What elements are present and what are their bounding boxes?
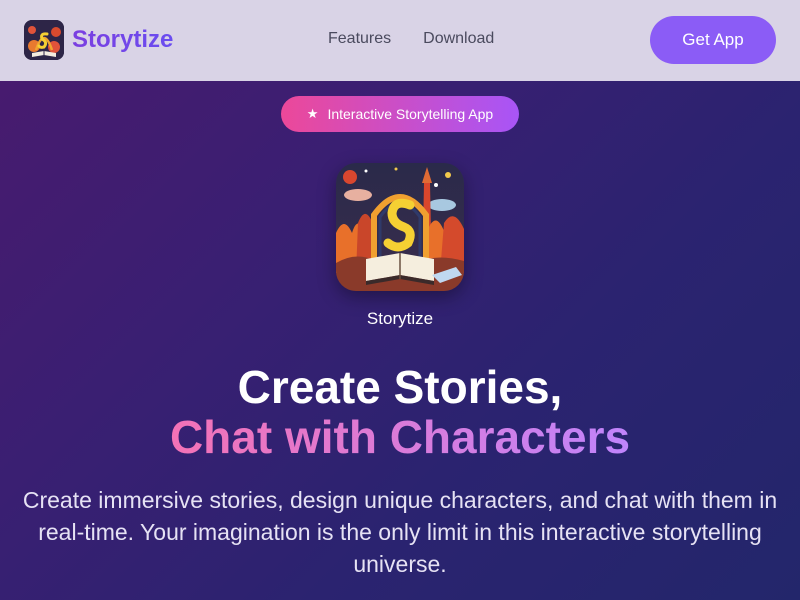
get-app-button[interactable]: Get App <box>650 16 776 64</box>
site-header: Storytize Features Download Get App <box>0 0 800 81</box>
star-icon: ★ <box>306 106 319 121</box>
badge-label: Interactive Storytelling App <box>327 106 494 122</box>
brand-name: Storytize <box>72 26 174 53</box>
storytize-app-icon <box>336 163 464 291</box>
storytize-logo-icon <box>24 20 64 60</box>
hero-headline: Create Stories, Chat with Characters <box>0 362 800 462</box>
feature-badge: ★ Interactive Storytelling App <box>281 96 519 132</box>
nav-link-features[interactable]: Features <box>328 30 391 48</box>
main-nav: Features Download <box>328 30 526 48</box>
nav-link-download[interactable]: Download <box>423 30 494 48</box>
headline-line-1: Create Stories, <box>237 361 563 413</box>
headline-line-2: Chat with Characters <box>169 411 631 463</box>
hero-subtitle: Create immersive stories, design unique … <box>22 487 778 577</box>
brand-logo-link[interactable]: Storytize <box>24 20 173 60</box>
app-name: Storytize <box>366 309 434 328</box>
